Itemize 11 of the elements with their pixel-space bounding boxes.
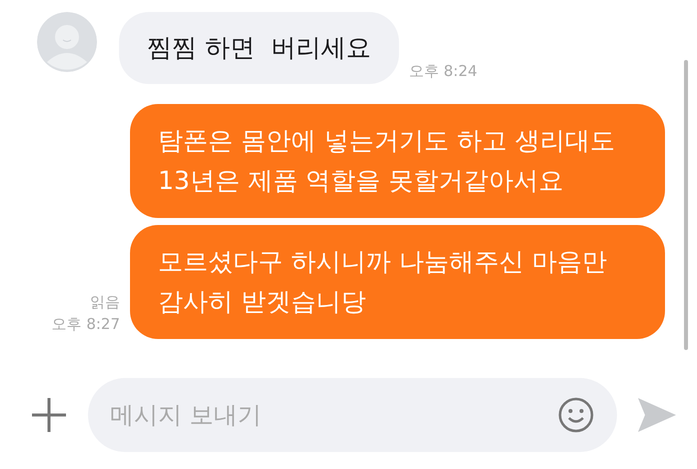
read-receipt: 읽음 (89, 292, 120, 313)
avatar-icon[interactable] (37, 12, 97, 72)
message-bubble: 찜찜 하면 버리세요 (119, 12, 399, 84)
scrollbar[interactable] (684, 60, 688, 350)
message-time: 오후 8:24 (408, 61, 478, 82)
message-time: 오후 8:27 (52, 314, 120, 335)
message-bubble: 모르셨다구 하시니까 나눔해주신 마음만 감사히 받겟습니당 (130, 225, 665, 339)
emoji-icon[interactable] (557, 396, 595, 434)
plus-icon[interactable] (30, 396, 68, 434)
message-bubble: 탐폰은 몸안에 넣는거기도 하고 생리대도 13년은 제품 역할을 못할거같아서요 (130, 104, 665, 218)
message-field[interactable]: 메시지 보내기 (88, 378, 617, 452)
